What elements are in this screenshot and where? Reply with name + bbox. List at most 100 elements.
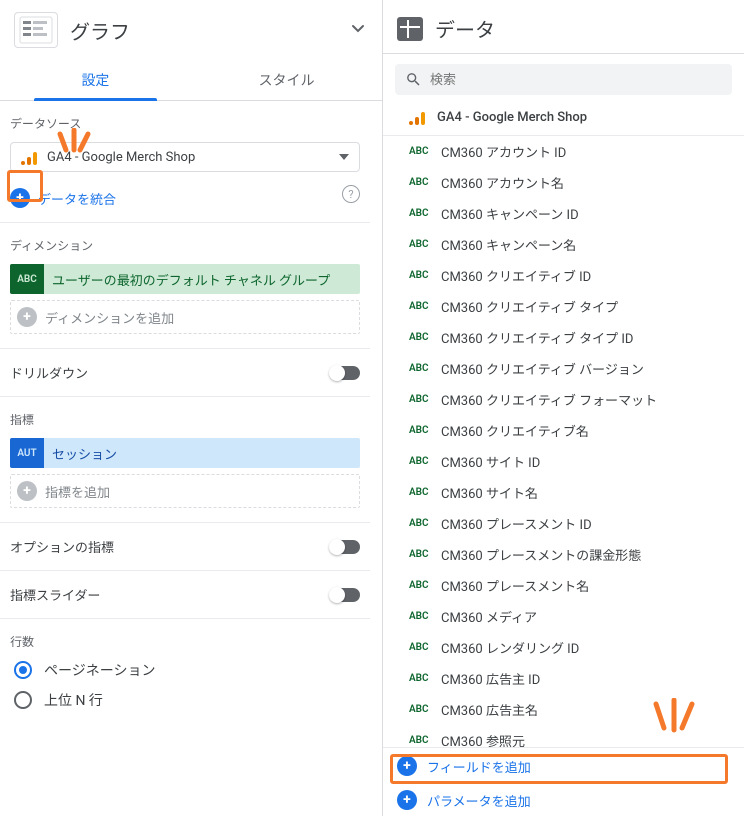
field-item[interactable]: ABC CM360 サイト ID bbox=[383, 446, 744, 477]
abc-type-icon: ABC bbox=[409, 487, 431, 498]
field-name: CM360 サイト名 bbox=[441, 483, 538, 502]
field-item[interactable]: ABCCM360 キャンペーン ID bbox=[383, 198, 744, 229]
dimension-chip-label: ユーザーの最初のデフォルト チャネル グループ bbox=[44, 270, 360, 289]
field-item[interactable]: ABC CM360 アカウント名 bbox=[383, 167, 744, 198]
optional-metric-toggle[interactable] bbox=[330, 540, 360, 554]
field-item[interactable]: ABCCM360 クリエイティブ ID bbox=[383, 260, 744, 291]
plus-icon: + bbox=[397, 756, 417, 776]
field-item[interactable]: ABC CM360 参照元 bbox=[383, 725, 744, 747]
abc-type-icon: ABC bbox=[409, 549, 431, 560]
abc-type-icon bbox=[10, 264, 44, 294]
field-item[interactable]: ABCCM360 キャンペーン名 bbox=[383, 229, 744, 260]
caret-down-icon bbox=[339, 154, 349, 160]
add-field-label: フィールドを追加 bbox=[427, 757, 531, 776]
abc-type-icon: ABC bbox=[409, 456, 431, 467]
drilldown-toggle[interactable] bbox=[330, 366, 360, 380]
abc-type-icon: ABC bbox=[409, 611, 431, 622]
topn-radio-row[interactable]: 上位 N 行 bbox=[14, 690, 360, 710]
field-name: CM360 クリエイティブ タイプ bbox=[441, 297, 618, 316]
field-item[interactable]: ABC CM360 プレースメント名 bbox=[383, 570, 744, 601]
add-metric-label: 指標を追加 bbox=[45, 482, 110, 501]
field-item[interactable]: ABC CM360 クリエイティブ タイプ bbox=[383, 291, 744, 322]
abc-type-icon: ABC bbox=[409, 673, 431, 684]
field-item[interactable]: ABC CM360 アカウント ID bbox=[383, 136, 744, 167]
ga4-icon bbox=[409, 109, 427, 125]
tab-settings[interactable]: 設定 bbox=[0, 58, 191, 100]
abc-type-icon: ABC bbox=[409, 301, 431, 312]
metric-slider-toggle[interactable] bbox=[330, 588, 360, 602]
field-name: CM360 クリエイティブ タイプ ID bbox=[441, 328, 633, 347]
plus-icon: + bbox=[397, 790, 417, 810]
field-name: CM360 アカウント ID bbox=[441, 142, 566, 161]
field-name: CM360 クリエイティブ バージョン bbox=[441, 359, 644, 378]
add-dimension-label: ディメンションを追加 bbox=[45, 308, 174, 327]
field-name: CM360 プレースメント名 bbox=[441, 576, 589, 595]
field-item[interactable]: ABC CM360 プレースメントの課金形態 bbox=[383, 539, 744, 570]
pagination-label: ページネーション bbox=[44, 660, 155, 680]
dimension-chip[interactable]: ユーザーの最初のデフォルト チャネル グループ bbox=[10, 264, 360, 294]
blend-data-link[interactable]: データを統合 bbox=[38, 189, 116, 208]
abc-type-icon: ABC bbox=[409, 394, 431, 405]
abc-type-icon: ABC bbox=[409, 735, 431, 746]
field-name: CM360 クリエイティブ フォーマット bbox=[441, 390, 657, 409]
field-item[interactable]: ABC CM360 サイト名 bbox=[383, 477, 744, 508]
drilldown-label: ドリルダウン bbox=[10, 363, 88, 382]
field-name: CM360 広告主 ID bbox=[441, 669, 540, 688]
field-name: CM360 プレースメントの課金形態 bbox=[441, 545, 641, 564]
optional-metric-label: オプションの指標 bbox=[10, 537, 114, 556]
field-name: CM360 アカウント名 bbox=[441, 173, 564, 192]
field-name: CM360 メディア bbox=[441, 607, 537, 626]
abc-type-icon: ABC bbox=[409, 580, 431, 591]
metric-slider-label: 指標スライダー bbox=[10, 585, 100, 604]
search-input[interactable] bbox=[430, 72, 722, 87]
field-item[interactable]: ABC CM360 クリエイティブ名 bbox=[383, 415, 744, 446]
rows-section-label: 行数 bbox=[10, 633, 360, 650]
add-metric-button[interactable]: + 指標を追加 bbox=[10, 474, 360, 508]
abc-type-icon: ABC bbox=[409, 208, 431, 219]
abc-type-icon: ABC bbox=[409, 146, 431, 157]
field-item[interactable]: ABC CM360 クリエイティブ フォーマット bbox=[383, 384, 744, 415]
metric-chip[interactable]: セッション bbox=[10, 438, 360, 468]
topn-label: 上位 N 行 bbox=[44, 690, 103, 710]
help-icon[interactable]: ? bbox=[342, 185, 360, 203]
radio-on-icon bbox=[14, 661, 32, 679]
search-input-wrapper[interactable] bbox=[395, 64, 732, 95]
abc-type-icon: ABC bbox=[409, 425, 431, 436]
field-item[interactable]: ABCCM360 プレースメント ID bbox=[383, 508, 744, 539]
aut-type-icon bbox=[10, 438, 44, 468]
field-name: CM360 サイト ID bbox=[441, 452, 540, 471]
abc-type-icon: ABC bbox=[409, 642, 431, 653]
field-item[interactable]: ABC CM360 広告主 ID bbox=[383, 663, 744, 694]
table-icon bbox=[397, 17, 423, 41]
add-field-button[interactable]: + フィールドを追加 bbox=[383, 748, 744, 782]
datasource-select[interactable]: GA4 - Google Merch Shop bbox=[10, 142, 360, 172]
abc-type-icon: ABC bbox=[409, 270, 431, 281]
chart-type-icon[interactable] bbox=[14, 12, 58, 48]
field-name: CM360 参照元 bbox=[441, 731, 525, 747]
plus-icon: + bbox=[17, 481, 37, 501]
abc-type-icon: ABC bbox=[409, 239, 431, 250]
field-item[interactable]: ABCCM360 広告主名 bbox=[383, 694, 744, 725]
field-name: CM360 レンダリング ID bbox=[441, 638, 579, 657]
search-icon bbox=[405, 71, 422, 88]
field-name: CM360 プレースメント ID bbox=[441, 514, 592, 533]
datasource-name: GA4 - Google Merch Shop bbox=[437, 110, 587, 125]
ga4-icon bbox=[21, 149, 39, 165]
tab-style[interactable]: スタイル bbox=[191, 58, 382, 100]
chevron-down-icon[interactable] bbox=[348, 18, 368, 42]
abc-type-icon: ABC bbox=[409, 177, 431, 188]
plus-icon: + bbox=[10, 188, 30, 208]
field-name: CM360 クリエイティブ名 bbox=[441, 421, 589, 440]
field-item[interactable]: ABCCM360 クリエイティブ バージョン bbox=[383, 353, 744, 384]
add-dimension-button[interactable]: + ディメンションを追加 bbox=[10, 300, 360, 334]
field-item[interactable]: ABCCM360 クリエイティブ タイプ ID bbox=[383, 322, 744, 353]
datasource-section-label: データソース bbox=[10, 115, 360, 132]
plus-icon: + bbox=[17, 307, 37, 327]
field-item[interactable]: ABC CM360 レンダリング ID bbox=[383, 632, 744, 663]
field-item[interactable]: ABC CM360 メディア bbox=[383, 601, 744, 632]
add-parameter-button[interactable]: + パラメータを追加 bbox=[383, 782, 744, 816]
pagination-radio-row[interactable]: ページネーション bbox=[14, 660, 360, 680]
abc-type-icon: ABC bbox=[409, 704, 431, 715]
metric-chip-label: セッション bbox=[44, 444, 360, 463]
dimension-section-label: ディメンション bbox=[10, 237, 360, 254]
